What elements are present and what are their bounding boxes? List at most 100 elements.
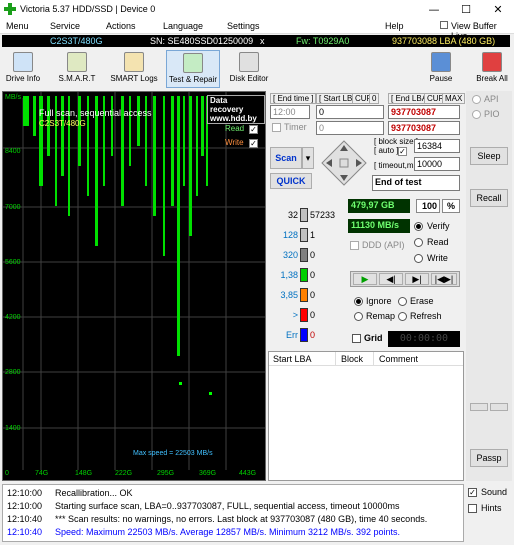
x-tick-148g: 148G [75,470,93,477]
stat-swatch [300,308,308,322]
logs-icon [124,52,144,72]
drive-info-button[interactable]: Drive Info [2,50,44,88]
passp-button[interactable]: Passp [470,449,508,467]
log-row: 12:10:00 Starting surface scan, LBA=0..93… [7,501,399,514]
ignore-radio[interactable] [354,297,363,306]
stat-count: 1 [310,230,316,240]
stat-swatch [300,288,308,302]
drive-model[interactable]: C2S3T/480G [50,35,103,47]
verify-radio[interactable] [414,222,423,231]
y-tick-1400: 1400 [5,425,21,432]
site-link[interactable]: www.hdd.by [210,114,262,123]
y-unit: MB/s [5,94,21,101]
menu-menu[interactable]: Menu [6,21,29,31]
stat-count: 0 [310,270,316,280]
play-icon[interactable]: ▶ [353,273,377,285]
refresh-label: Refresh [410,311,442,321]
timer-checkbox[interactable] [272,123,281,132]
small-button-1[interactable] [470,403,488,411]
data-recovery-label: Data recovery www.hdd.by [207,95,265,124]
defects-table: Start LBA Block Comment [268,351,464,481]
infobar-close[interactable]: x [260,35,265,47]
sleep-button[interactable]: Sleep [470,147,508,165]
stat-row-128: 128 1 [270,227,346,243]
block-size-select[interactable]: 16384 [414,139,460,153]
small-button-2[interactable] [490,403,508,411]
drive-icon [13,52,33,72]
hints-checkbox[interactable] [468,504,477,513]
read-checkbox[interactable]: ✓ [249,125,258,134]
rewind-icon[interactable]: ◀| [379,273,403,285]
end-of-test-select[interactable]: End of test [372,175,460,191]
col-block[interactable]: Block [341,354,363,364]
table-header: Start LBA Block Comment [269,352,463,366]
ddd-checkbox[interactable] [350,241,359,250]
window-title: Victoria 5.37 HDD/SSD | Device 0 [20,4,156,14]
stat-row-32: 32 57233 [270,207,346,223]
read-radio[interactable] [414,238,423,247]
smart-logs-label: SMART Logs [110,74,158,83]
timer-field[interactable]: 0 [316,121,384,135]
erase-radio[interactable] [398,297,407,306]
menu-language[interactable]: Language [163,21,203,31]
skip-icon[interactable]: |◀▶| [431,273,457,285]
end-lba-field[interactable]: 937703087 [388,105,460,119]
timeout-select[interactable]: 10000 [414,157,460,171]
col-start-lba[interactable]: Start LBA [273,354,312,364]
smart-label: S.M.A.R.T [58,74,96,83]
sound-checkbox[interactable]: ✓ [468,488,477,497]
auto-checkbox[interactable]: ✓ [398,147,407,156]
end-lba-current: 937703087 [388,121,460,135]
timer-label: Timer [284,122,307,132]
remap-radio[interactable] [354,312,363,321]
start-lba-field[interactable]: 0 [316,105,384,119]
stat-row-385: 3,85 0 [270,287,346,303]
menu-service[interactable]: Service [50,21,80,31]
stat-row-gt: >0 [270,307,346,323]
drive-firmware: Fw: T0929A0 [296,36,350,46]
grid-label: Grid [364,333,383,343]
stat-swatch [300,248,308,262]
pio-radio[interactable] [472,110,481,119]
ignore-label: Ignore [366,296,392,306]
stat-swatch [300,268,308,282]
quick-button[interactable]: QUICK [270,173,312,189]
scan-dropdown[interactable]: ▾ [302,147,314,169]
stat-count: 0 [310,290,316,300]
log-message: *** Scan results: no warnings, no errors… [55,514,428,524]
menu-settings[interactable]: Settings [227,21,260,31]
navigation-pad[interactable] [320,139,368,187]
log-time: 12:10:00 [7,488,43,498]
scan-button[interactable]: Scan [270,147,302,169]
minimize-button[interactable]: — [418,0,450,20]
toolbar: Drive Info S.M.A.R.T SMART Logs Test & R… [0,48,514,90]
api-radio[interactable] [472,95,481,104]
grid-checkbox[interactable] [352,334,361,343]
menu-actions[interactable]: Actions [106,21,136,31]
recall-button[interactable]: Recall [470,189,508,207]
end-max-label[interactable]: MAX [442,93,466,104]
menu-help[interactable]: Help [385,21,404,31]
end-time-field[interactable]: 12:00 [270,105,310,119]
smart-logs-button[interactable]: SMART Logs [108,50,160,88]
col-comment[interactable]: Comment [379,354,418,364]
test-repair-button[interactable]: Test & Repair [166,50,220,88]
stat-count: 57233 [310,210,336,220]
maximize-button[interactable]: ☐ [450,0,482,20]
break-icon [482,52,502,72]
step-forward-icon[interactable]: ▶| [405,273,429,285]
smart-button[interactable]: S.M.A.R.T [54,50,100,88]
pio-label: PIO [484,109,500,119]
pause-button[interactable]: Pause [424,50,458,88]
write-checkbox[interactable]: ✓ [249,139,258,148]
close-button[interactable]: ✕ [482,0,514,20]
start-zero-label[interactable]: 0 [369,93,380,104]
write-radio[interactable] [414,254,423,263]
verify-label: Verify [427,221,450,231]
disk-editor-button[interactable]: Disk Editor [226,50,272,88]
break-all-button[interactable]: Break All [472,50,512,88]
log-time: 12:10:00 [7,501,43,511]
refresh-radio[interactable] [398,312,407,321]
x-tick-74g: 74G [35,470,49,477]
drive-lba: 937703088 LBA (480 GB) [392,36,496,46]
